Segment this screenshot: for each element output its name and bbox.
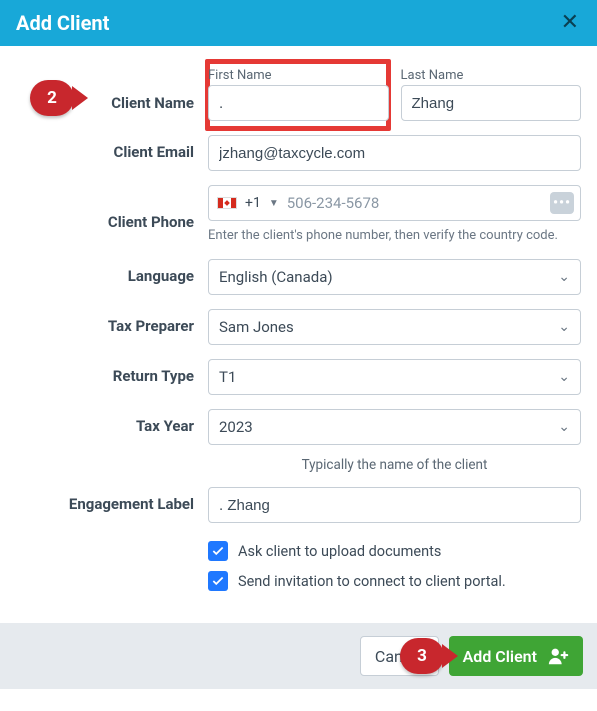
- first-name-input[interactable]: [208, 85, 389, 121]
- chevron-down-icon[interactable]: ▼: [269, 198, 279, 209]
- phone-number-input[interactable]: 506-234-5678: [287, 194, 542, 212]
- label-first-name: First Name: [208, 68, 389, 83]
- chevron-down-icon: ⌄: [558, 369, 570, 385]
- label-return-type: Return Type: [16, 359, 208, 385]
- row-tax-preparer: Tax Preparer Sam Jones ⌄: [16, 309, 581, 345]
- user-plus-icon: [547, 645, 569, 667]
- hint-phone: Enter the client's phone number, then ve…: [208, 227, 581, 245]
- return-type-select[interactable]: T1 ⌄: [208, 359, 581, 395]
- checkbox-send-invite[interactable]: [208, 571, 228, 591]
- flag-canada-icon[interactable]: [217, 197, 237, 209]
- callout-step-2: 2: [30, 80, 74, 116]
- label-client-email: Client Email: [16, 135, 208, 161]
- row-client-phone: Client Phone +1 ▼ 506-234-5678 ••• Enter…: [16, 185, 581, 245]
- language-value: English (Canada): [219, 268, 333, 286]
- row-options: Ask client to upload documents Send invi…: [16, 537, 581, 601]
- checkbox-upload-docs[interactable]: [208, 541, 228, 561]
- row-language: Language English (Canada) ⌄: [16, 259, 581, 295]
- tax-preparer-value: Sam Jones: [219, 318, 294, 336]
- last-name-input[interactable]: [401, 85, 582, 121]
- phone-more-icon[interactable]: •••: [550, 192, 574, 214]
- chevron-down-icon: ⌄: [558, 319, 570, 335]
- dial-code[interactable]: +1: [245, 195, 261, 211]
- dialog-footer: 3 Cancel Add Client: [0, 623, 597, 689]
- row-client-email: Client Email: [16, 135, 581, 171]
- check-icon: [211, 574, 225, 588]
- callout-step-3: 3: [400, 638, 444, 674]
- add-client-button[interactable]: Add Client: [449, 636, 583, 676]
- tax-year-value: 2023: [219, 418, 253, 436]
- email-input[interactable]: [208, 135, 581, 171]
- row-return-type: Return Type T1 ⌄: [16, 359, 581, 395]
- engagement-label-input[interactable]: [208, 487, 581, 523]
- row-client-name: Client Name First Name Last Name: [16, 68, 581, 121]
- dialog-body: Client Name First Name Last Name Client …: [0, 46, 597, 623]
- label-language: Language: [16, 259, 208, 285]
- check-icon: [211, 544, 225, 558]
- add-client-dialog: 2 Add Client ✕ Client Name First Name La…: [0, 0, 597, 689]
- return-type-value: T1: [219, 368, 236, 386]
- tax-preparer-select[interactable]: Sam Jones ⌄: [208, 309, 581, 345]
- close-icon[interactable]: ✕: [557, 8, 583, 38]
- hint-engagement: Typically the name of the client: [208, 457, 581, 473]
- label-last-name: Last Name: [401, 68, 582, 83]
- row-engagement-label: Engagement Label: [16, 487, 581, 523]
- label-tax-year: Tax Year: [16, 409, 208, 435]
- checkbox-upload-docs-label: Ask client to upload documents: [238, 543, 441, 560]
- label-engagement: Engagement Label: [16, 487, 208, 513]
- phone-input-group: +1 ▼ 506-234-5678 •••: [208, 185, 581, 221]
- add-client-button-label: Add Client: [463, 647, 537, 666]
- chevron-down-icon: ⌄: [558, 419, 570, 435]
- dialog-titlebar: Add Client ✕: [0, 0, 597, 46]
- row-tax-year: Tax Year 2023 ⌄: [16, 409, 581, 445]
- label-tax-preparer: Tax Preparer: [16, 309, 208, 335]
- dialog-title: Add Client: [16, 11, 109, 35]
- chevron-down-icon: ⌄: [558, 269, 570, 285]
- label-client-phone: Client Phone: [16, 185, 208, 231]
- language-select[interactable]: English (Canada) ⌄: [208, 259, 581, 295]
- checkbox-send-invite-label: Send invitation to connect to client por…: [238, 573, 506, 590]
- tax-year-select[interactable]: 2023 ⌄: [208, 409, 581, 445]
